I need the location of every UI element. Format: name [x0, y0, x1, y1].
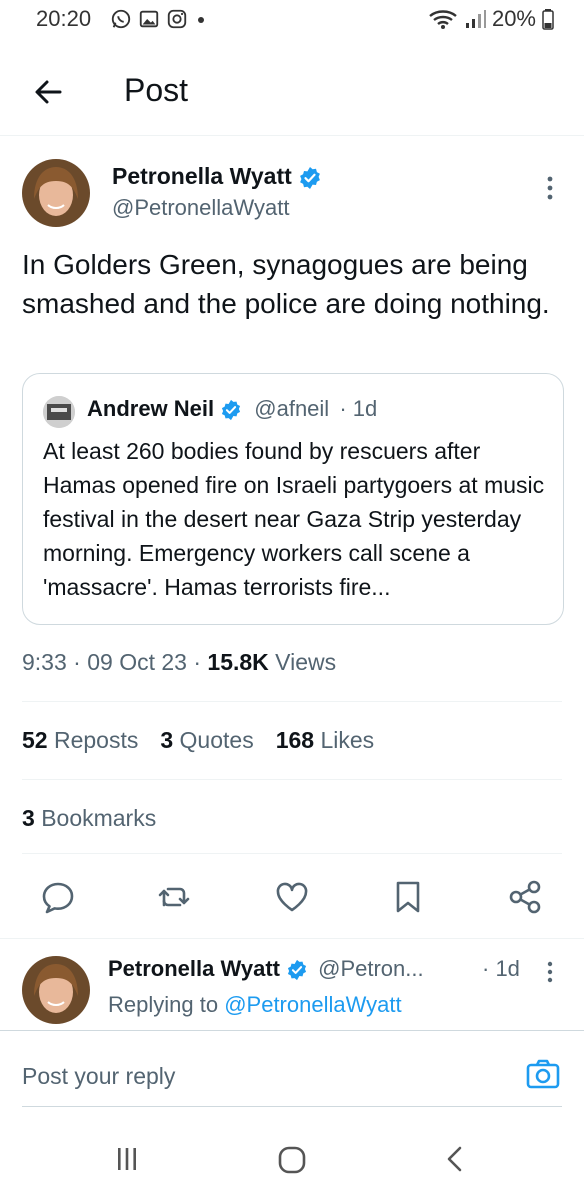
reposts-count: 52	[22, 727, 48, 753]
quotes-label: Quotes	[179, 727, 254, 753]
views-label: Views	[275, 649, 337, 675]
post-time: 9:33	[22, 649, 67, 675]
avatar[interactable]	[22, 159, 90, 227]
likes-stat[interactable]: 168 Likes	[276, 727, 374, 754]
repost-icon[interactable]	[154, 877, 194, 917]
status-right: 20%	[428, 6, 554, 32]
instagram-icon	[167, 9, 187, 29]
signal-icon	[465, 10, 486, 28]
author-name-text[interactable]: Petronella Wyatt	[112, 163, 292, 189]
divider	[0, 938, 584, 939]
likes-count: 168	[275, 727, 315, 753]
battery-icon	[542, 9, 554, 30]
bookmark-icon[interactable]	[388, 877, 428, 917]
status-bar: 20:20 20%	[0, 0, 584, 40]
kebab-icon[interactable]	[546, 175, 554, 201]
gallery-icon	[139, 10, 159, 28]
divider	[22, 1106, 562, 1107]
verified-icon	[299, 166, 320, 189]
quote-name-text: Andrew Neil	[87, 396, 215, 421]
kebab-icon[interactable]	[546, 960, 554, 984]
recents-icon[interactable]	[112, 1144, 142, 1174]
nav-back-icon[interactable]	[440, 1144, 470, 1174]
post-stats: 52 Reposts 3 Quotes 168 Likes	[22, 727, 374, 754]
bookmarks-label: Bookmarks	[41, 805, 157, 831]
dot-icon	[198, 17, 204, 23]
post-meta: 9:33 · 09 Oct 23 · 15.8K Views	[22, 649, 337, 675]
replying-handle[interactable]: @PetronellaWyatt	[224, 992, 401, 1017]
author-handle[interactable]: @PetronellaWyatt	[112, 195, 289, 221]
status-time: 20:20	[36, 6, 92, 31]
battery-text: 20%	[491, 6, 536, 31]
divider	[22, 853, 562, 854]
replying-prefix: Replying to	[108, 992, 219, 1017]
back-arrow-icon[interactable]	[30, 74, 66, 110]
reposts-stat[interactable]: 52 Reposts	[22, 727, 138, 754]
system-nav-bar	[0, 1120, 584, 1200]
bookmarks-stat[interactable]: 3 Bookmarks	[22, 805, 156, 832]
likes-label: Likes	[320, 727, 375, 753]
quotes-count: 3	[160, 727, 174, 753]
reply-icon[interactable]	[38, 877, 78, 917]
divider	[22, 779, 562, 780]
quote-text: At least 260 bodies found by rescuers af…	[43, 438, 545, 600]
verified-icon	[222, 400, 241, 421]
avatar[interactable]	[22, 956, 90, 1024]
reply-input[interactable]: Post your reply	[22, 1063, 175, 1090]
reply-name-text: Petronella Wyatt	[108, 956, 280, 981]
whatsapp-icon	[111, 9, 131, 29]
home-icon[interactable]	[276, 1144, 308, 1176]
divider	[22, 701, 562, 702]
views-count: 15.8K	[207, 649, 269, 675]
reply-author: Petronella Wyatt @Petron...	[108, 956, 424, 982]
quote-time: · 1d	[339, 396, 378, 421]
bookmarks-count: 3	[22, 805, 35, 831]
quote-handle: @afneil	[254, 396, 330, 421]
page-title: Post	[124, 72, 189, 108]
post-date: 09 Oct 23	[87, 649, 187, 675]
post-header: Post	[0, 50, 584, 136]
author-name[interactable]: Petronella Wyatt	[112, 163, 322, 190]
post-text: In Golders Green, synagogues are being s…	[22, 249, 550, 319]
share-icon[interactable]	[506, 877, 546, 917]
wifi-icon	[429, 10, 457, 29]
quote-avatar	[43, 396, 75, 428]
quoted-post[interactable]: Andrew Neil @afneil · 1d At least 260 bo…	[22, 373, 564, 625]
quotes-stat[interactable]: 3 Quotes	[160, 727, 253, 754]
reply-handle: @Petron...	[318, 956, 424, 981]
reply-time: · 1d	[482, 956, 520, 981]
quote-author: Andrew Neil @afneil · 1d	[87, 396, 377, 422]
camera-icon[interactable]	[526, 1059, 560, 1089]
reply-post[interactable]: Petronella Wyatt @Petron... · 1d Replyin…	[0, 940, 584, 1030]
notification-icons	[110, 8, 208, 30]
verified-icon	[287, 960, 307, 981]
reply-composer[interactable]: Post your reply	[0, 1030, 584, 1108]
like-icon[interactable]	[272, 877, 312, 917]
replying-to: Replying to @PetronellaWyatt	[108, 992, 402, 1018]
action-bar	[0, 877, 584, 925]
reposts-label: Reposts	[53, 727, 139, 753]
